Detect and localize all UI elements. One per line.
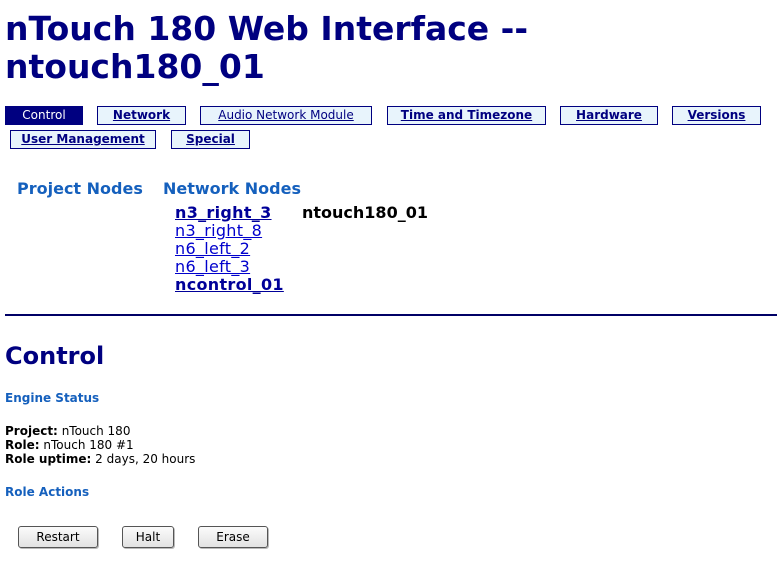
- erase-button[interactable]: Erase: [198, 526, 268, 548]
- section-divider: [5, 314, 777, 316]
- project-label: Project:: [5, 424, 58, 438]
- page-title: nTouch 180 Web Interface -- ntouch180_01: [5, 9, 529, 86]
- tab-special[interactable]: Special: [171, 130, 250, 149]
- halt-button[interactable]: Halt: [122, 526, 174, 548]
- role-actions-heading: Role Actions: [5, 485, 90, 499]
- uptime-row: Role uptime: 2 days, 20 hours: [5, 452, 195, 466]
- tab-audio-network-module[interactable]: Audio Network Module: [200, 106, 372, 125]
- tab-hardware[interactable]: Hardware: [560, 106, 658, 125]
- tab-network[interactable]: Network: [97, 106, 186, 125]
- project-row: Project: nTouch 180: [5, 424, 195, 438]
- current-node-label: ntouch180_01: [302, 203, 428, 222]
- node-link-n6-left-3[interactable]: n6_left_3: [175, 258, 284, 276]
- tab-time-and-timezone[interactable]: Time and Timezone: [387, 106, 546, 125]
- project-value: nTouch 180: [61, 424, 131, 438]
- page: nTouch 180 Web Interface -- ntouch180_01…: [0, 0, 777, 569]
- network-node-list: n3_right_3 n3_right_8 n6_left_2 n6_left_…: [175, 204, 284, 294]
- engine-status-info: Project: nTouch 180 Role: nTouch 180 #1 …: [5, 424, 195, 466]
- role-value: nTouch 180 #1: [43, 438, 134, 452]
- engine-status-heading: Engine Status: [5, 391, 100, 405]
- uptime-label: Role uptime:: [5, 452, 92, 466]
- node-link-n3-right-3[interactable]: n3_right_3: [175, 204, 284, 222]
- restart-button[interactable]: Restart: [18, 526, 98, 548]
- uptime-value: 2 days, 20 hours: [95, 452, 196, 466]
- control-section-title: Control: [5, 342, 105, 370]
- tab-user-management[interactable]: User Management: [10, 130, 156, 149]
- node-link-n6-left-2[interactable]: n6_left_2: [175, 240, 284, 258]
- project-nodes-heading: Project Nodes: [17, 179, 143, 198]
- tab-versions[interactable]: Versions: [672, 106, 761, 125]
- role-row: Role: nTouch 180 #1: [5, 438, 195, 452]
- network-nodes-heading: Network Nodes: [163, 179, 301, 198]
- node-link-ncontrol-01[interactable]: ncontrol_01: [175, 276, 284, 294]
- tab-control[interactable]: Control: [5, 106, 83, 125]
- role-label: Role:: [5, 438, 40, 452]
- node-link-n3-right-8[interactable]: n3_right_8: [175, 222, 284, 240]
